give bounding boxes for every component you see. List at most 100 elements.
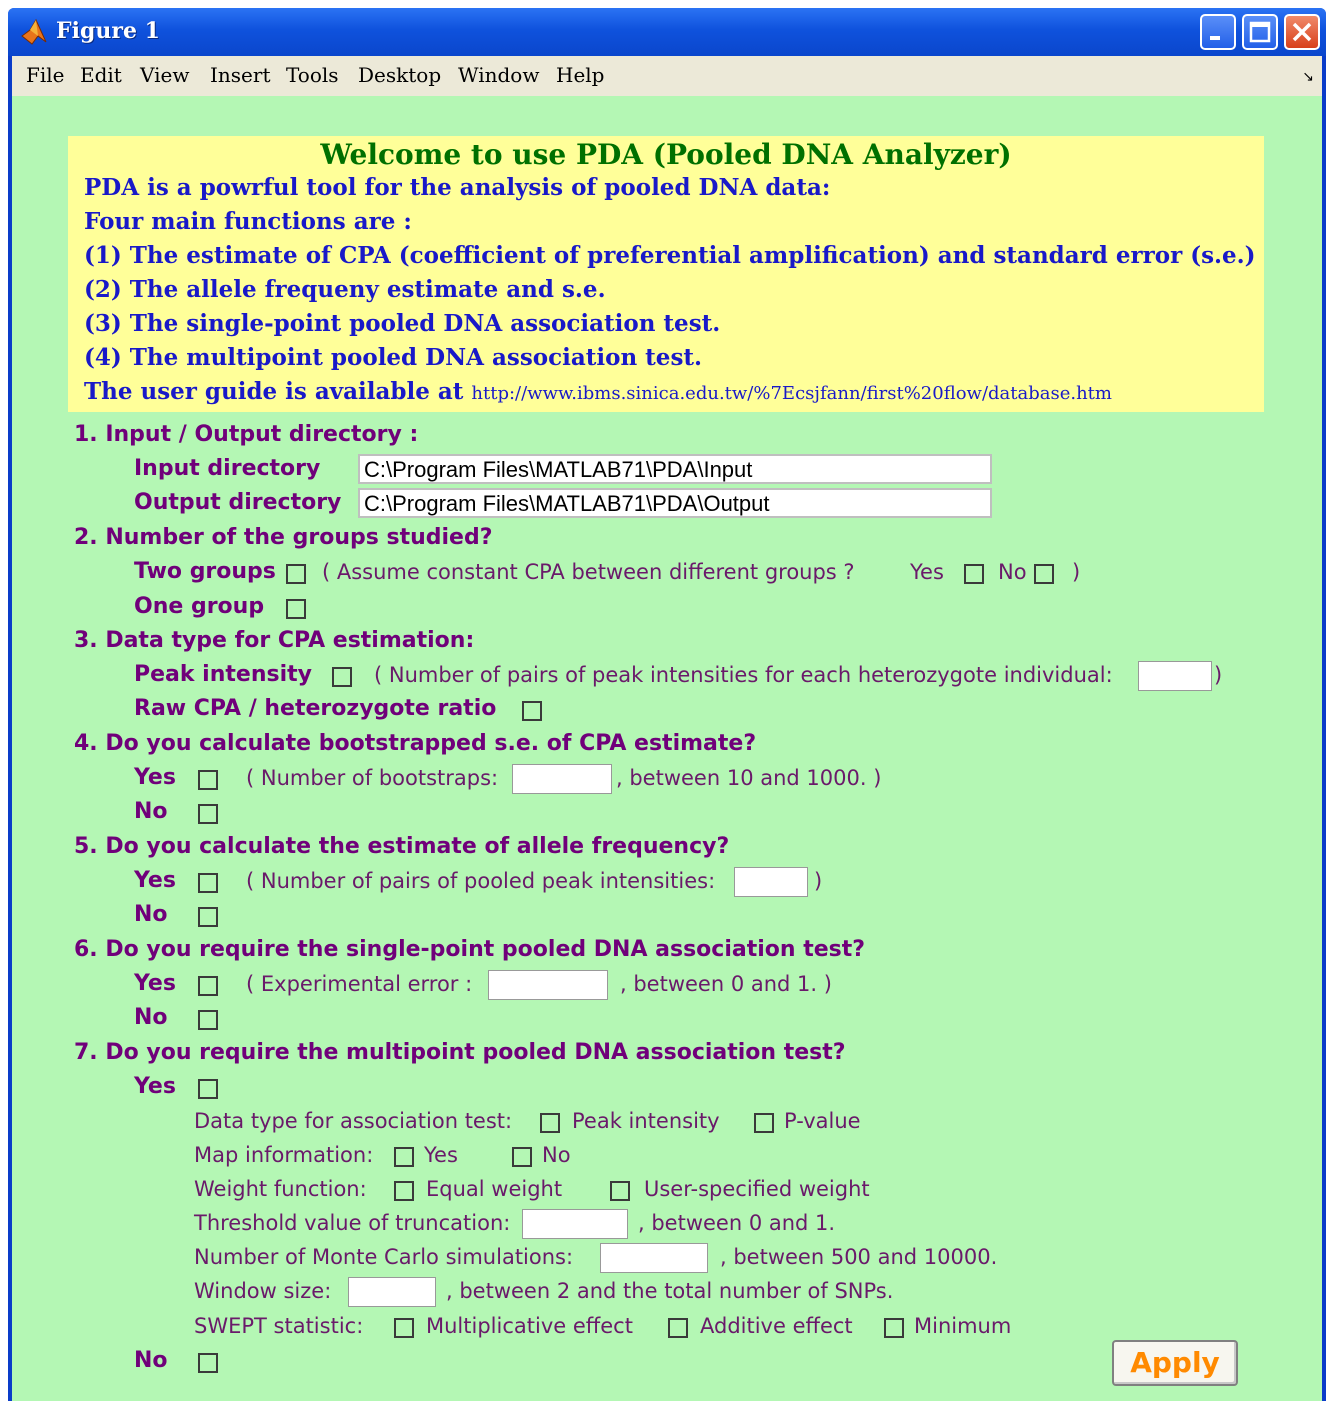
datatype-label: Data type for association test:	[194, 1109, 513, 1133]
threshold-range-text: , between 0 and 1.	[638, 1211, 836, 1235]
assume-yes-checkbox[interactable]	[964, 564, 984, 584]
banner-line: Four main functions are :	[84, 208, 412, 235]
bootstrap-range-text: , between 10 and 1000. )	[616, 766, 882, 790]
threshold-label: Threshold value of truncation:	[194, 1211, 511, 1235]
multipoint-no-label: No	[134, 1348, 168, 1373]
assoc-peak-checkbox[interactable]	[540, 1113, 560, 1133]
bootstrap-yes-checkbox[interactable]	[198, 770, 218, 790]
minimum-checkbox[interactable]	[884, 1318, 904, 1338]
assume-cpa-text: ( Assume constant CPA between different …	[322, 560, 855, 584]
multiplicative-checkbox[interactable]	[394, 1318, 414, 1338]
user-weight-checkbox[interactable]	[610, 1181, 630, 1201]
map-yes-label: Yes	[424, 1143, 458, 1167]
pooled-pairs-field[interactable]	[734, 867, 808, 897]
single-point-yes-label: Yes	[134, 971, 176, 996]
maximize-icon	[1249, 21, 1271, 43]
user-guide-line: The user guide is available at http://www…	[84, 378, 1112, 405]
figure-window: Figure 1 File Edit View Insert Tools Des…	[8, 8, 1326, 1401]
section-6-title: 6. Do you require the single-point poole…	[74, 937, 866, 962]
allele-yes-checkbox[interactable]	[198, 873, 218, 893]
bootstrap-count-text: ( Number of bootstraps:	[246, 766, 499, 790]
assoc-pvalue-checkbox[interactable]	[754, 1113, 774, 1133]
single-point-no-label: No	[134, 1005, 168, 1030]
bootstrap-yes-label: Yes	[134, 765, 176, 790]
dock-arrow-icon[interactable]: ↘	[1302, 68, 1314, 85]
experimental-error-field[interactable]	[488, 970, 608, 1000]
pooled-pairs-text: ( Number of pairs of pooled peak intensi…	[246, 869, 716, 893]
additive-checkbox[interactable]	[668, 1318, 688, 1338]
menu-edit[interactable]: Edit	[80, 63, 122, 87]
one-group-label: One group	[134, 594, 265, 619]
banner-line: (2) The allele frequeny estimate and s.e…	[84, 276, 606, 303]
window-size-range-text: , between 2 and the total number of SNPs…	[446, 1279, 894, 1303]
single-point-no-checkbox[interactable]	[198, 1010, 218, 1030]
close-paren: )	[1214, 663, 1223, 687]
close-button[interactable]	[1284, 14, 1320, 50]
additive-label: Additive effect	[700, 1314, 853, 1338]
threshold-field[interactable]	[522, 1209, 628, 1239]
bootstrap-count-field[interactable]	[512, 764, 612, 794]
multipoint-no-checkbox[interactable]	[198, 1353, 218, 1373]
map-no-label: No	[542, 1143, 571, 1167]
menu-tools[interactable]: Tools	[286, 63, 339, 87]
banner-title: Welcome to use PDA (Pooled DNA Analyzer)	[320, 138, 1012, 171]
assoc-pvalue-label: P-value	[784, 1109, 861, 1133]
menu-view[interactable]: View	[140, 63, 189, 87]
two-groups-label: Two groups	[134, 559, 276, 584]
section-3-title: 3. Data type for CPA estimation:	[74, 628, 475, 653]
banner-line: (1) The estimate of CPA (coefficient of …	[84, 242, 1256, 269]
close-paren: )	[1072, 560, 1081, 584]
monte-carlo-field[interactable]	[600, 1243, 708, 1273]
section-7-title: 7. Do you require the multipoint pooled …	[74, 1040, 846, 1065]
single-point-yes-checkbox[interactable]	[198, 976, 218, 996]
menu-desktop[interactable]: Desktop	[358, 63, 441, 87]
window-size-field[interactable]	[348, 1277, 436, 1307]
minimize-button[interactable]	[1200, 14, 1236, 50]
two-groups-checkbox[interactable]	[286, 564, 306, 584]
bootstrap-no-label: No	[134, 799, 168, 824]
multipoint-yes-checkbox[interactable]	[198, 1079, 218, 1099]
error-range-text: , between 0 and 1. )	[620, 972, 832, 996]
bootstrap-no-checkbox[interactable]	[198, 804, 218, 824]
section-1-title: 1. Input / Output directory :	[74, 422, 419, 447]
weight-function-label: Weight function:	[194, 1177, 367, 1201]
assume-no-label: No	[998, 560, 1027, 584]
output-directory-field[interactable]: C:\Program Files\MATLAB71\PDA\Output	[358, 488, 992, 518]
figure-client-area: Welcome to use PDA (Pooled DNA Analyzer)…	[12, 96, 1322, 1401]
apply-button[interactable]: Apply	[1112, 1340, 1238, 1386]
assume-yes-label: Yes	[910, 560, 944, 584]
multipoint-yes-label: Yes	[134, 1074, 176, 1099]
minimize-icon	[1210, 36, 1220, 40]
experimental-error-text: ( Experimental error :	[246, 972, 473, 996]
minimum-label: Minimum	[914, 1314, 1012, 1338]
allele-yes-label: Yes	[134, 868, 176, 893]
allele-no-label: No	[134, 902, 168, 927]
map-no-checkbox[interactable]	[512, 1147, 532, 1167]
peak-pairs-field[interactable]	[1138, 661, 1212, 691]
assume-no-checkbox[interactable]	[1034, 564, 1054, 584]
raw-cpa-checkbox[interactable]	[522, 701, 542, 721]
equal-weight-checkbox[interactable]	[394, 1181, 414, 1201]
one-group-checkbox[interactable]	[286, 599, 306, 619]
banner-line: PDA is a powrful tool for the analysis o…	[84, 174, 831, 201]
section-5-title: 5. Do you calculate the estimate of alle…	[74, 834, 730, 859]
map-yes-checkbox[interactable]	[394, 1147, 414, 1167]
section-4-title: 4. Do you calculate bootstrapped s.e. of…	[74, 731, 757, 756]
menu-window[interactable]: Window	[458, 63, 539, 87]
raw-cpa-label: Raw CPA / heterozygote ratio	[134, 696, 497, 721]
banner-line: (3) The single-point pooled DNA associat…	[84, 310, 721, 337]
map-info-label: Map information:	[194, 1143, 374, 1167]
output-directory-label: Output directory	[134, 490, 342, 515]
banner-line: (4) The multipoint pooled DNA associatio…	[84, 344, 703, 371]
maximize-button[interactable]	[1242, 14, 1278, 50]
menu-file[interactable]: File	[26, 63, 65, 87]
menu-help[interactable]: Help	[556, 63, 604, 87]
menu-bar: File Edit View Insert Tools Desktop Wind…	[12, 56, 1322, 96]
assoc-peak-label: Peak intensity	[572, 1109, 720, 1133]
user-guide-url[interactable]: http://www.ibms.sinica.edu.tw/%7Ecsjfann…	[471, 383, 1112, 404]
input-directory-field[interactable]: C:\Program Files\MATLAB71\PDA\Input	[358, 454, 992, 484]
allele-no-checkbox[interactable]	[198, 907, 218, 927]
menu-insert[interactable]: Insert	[210, 63, 270, 87]
peak-intensity-checkbox[interactable]	[332, 667, 352, 687]
title-bar[interactable]: Figure 1	[8, 8, 1326, 56]
